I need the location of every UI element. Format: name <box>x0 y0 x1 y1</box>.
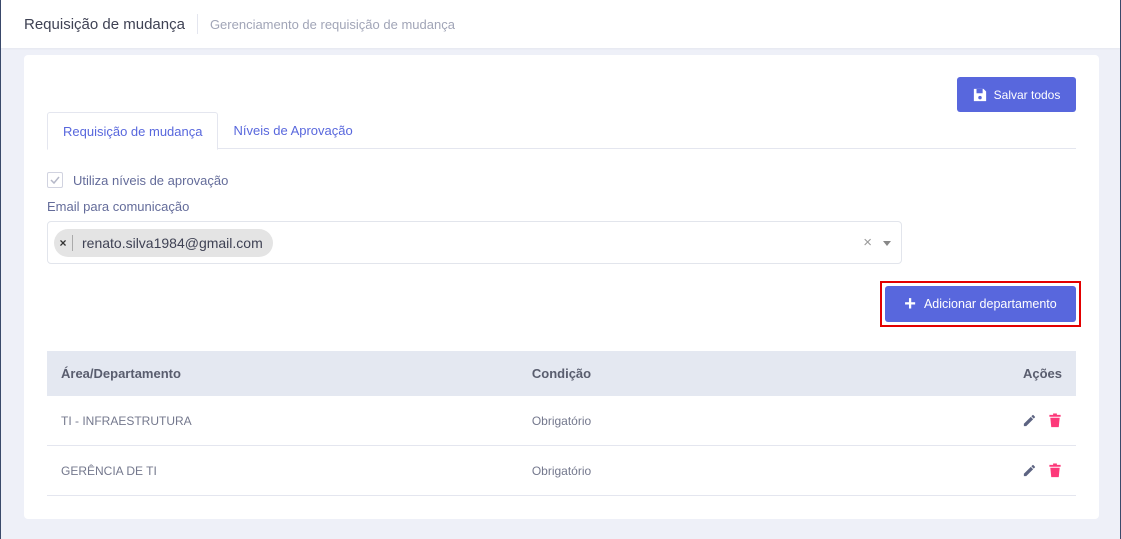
chip-remove-icon[interactable]: × <box>54 235 73 251</box>
email-chip: × renato.silva1984@gmail.com <box>54 229 273 257</box>
approval-levels-label: Utiliza níveis de aprovação <box>73 172 229 188</box>
table-row: GERÊNCIA DE TI Obrigatório <box>47 446 1076 496</box>
edit-pencil-icon[interactable] <box>1022 413 1037 428</box>
approval-levels-row: Utiliza níveis de aprovação <box>47 172 228 188</box>
cell-area: TI - INFRAESTRUTURA <box>61 413 192 428</box>
departments-table: Área/Departamento Condição Ações TI - IN… <box>47 351 1076 496</box>
header-divider <box>196 14 198 34</box>
tab-approval-levels[interactable]: Níveis de Aprovação <box>218 112 367 149</box>
tab-change-request[interactable]: Requisição de mudança <box>47 112 219 150</box>
trash-icon[interactable] <box>1048 413 1062 428</box>
cell-condition: Obrigatório <box>531 463 592 478</box>
floppy-disk-icon <box>973 88 986 101</box>
header-area: Área/Departamento <box>61 366 181 381</box>
save-all-button[interactable]: Salvar todos <box>957 77 1076 112</box>
approval-levels-checkbox[interactable] <box>47 172 63 188</box>
cell-area: GERÊNCIA DE TI <box>61 463 157 478</box>
add-department-button[interactable]: + Adicionar departamento <box>885 286 1076 322</box>
plus-icon: + <box>904 293 916 315</box>
save-all-label: Salvar todos <box>993 87 1061 102</box>
table-row: TI - INFRAESTRUTURA Obrigatório <box>47 396 1076 446</box>
highlight-box: + Adicionar departamento <box>880 281 1081 327</box>
header-actions: Ações <box>1022 366 1062 381</box>
row-actions <box>733 413 1076 428</box>
trash-icon[interactable] <box>1048 463 1062 478</box>
header-condition: Condição <box>531 366 592 381</box>
clear-selection-icon[interactable]: × <box>863 234 872 251</box>
tab-bar: Requisição de mudança Níveis de Aprovaçã… <box>47 112 1076 150</box>
edit-pencil-icon[interactable] <box>1022 463 1037 478</box>
email-field-label: Email para comunicação <box>47 199 190 214</box>
email-select[interactable]: × renato.silva1984@gmail.com × <box>47 221 902 264</box>
table-header: Área/Departamento Condição Ações <box>47 351 1076 396</box>
page-title: Requisição de mudança <box>24 15 185 33</box>
row-actions <box>733 463 1076 478</box>
page-subtitle: Gerenciamento de requisição de mudança <box>209 16 455 32</box>
chevron-down-icon[interactable] <box>883 241 891 246</box>
checkmark-icon <box>50 176 60 185</box>
main-card: Salvar todos Requisição de mudança Nívei… <box>24 55 1099 519</box>
top-bar: Requisição de mudança Gerenciamento de r… <box>1 0 1120 48</box>
tab-label: Níveis de Aprovação <box>233 123 353 138</box>
tab-label: Requisição de mudança <box>63 123 203 139</box>
cell-condition: Obrigatório <box>531 413 592 428</box>
email-chip-text: renato.silva1984@gmail.com <box>82 235 263 251</box>
add-department-label: Adicionar departamento <box>923 297 1057 311</box>
